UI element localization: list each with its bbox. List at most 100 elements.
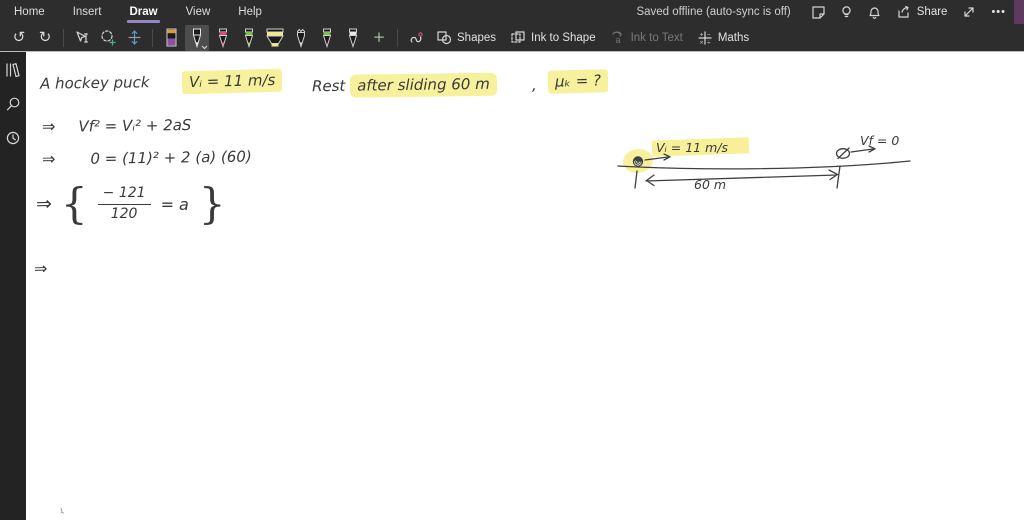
pen-white-tool[interactable] (341, 25, 365, 51)
svg-text:−: − (707, 31, 711, 38)
svg-text:÷: ÷ (707, 39, 711, 46)
undo-icon: ↺ (12, 28, 26, 46)
sync-status-text: Saved offline (auto-sync is off) (636, 6, 791, 18)
drawing-canvas[interactable]: A hockey puck Vᵢ = 11 m/s Rest after sli… (26, 52, 1024, 520)
distance-tick-left (634, 170, 638, 189)
eraser-tool[interactable] (159, 25, 183, 51)
onenote-app-window: Home Insert Draw View Help Saved offline… (0, 0, 1024, 520)
condition-plain: Rest (311, 76, 346, 96)
fraction-denominator: 120 (110, 205, 138, 222)
ink-unknown: μₖ = ? (547, 69, 609, 94)
tab-view[interactable]: View (172, 0, 225, 24)
equation-rhs: = a (160, 194, 189, 214)
toolbar-divider (152, 28, 153, 47)
select-objects-button[interactable] (70, 25, 94, 51)
highlighter-icon (266, 28, 284, 46)
lasso-select-icon (101, 30, 116, 46)
ink-equation-3: ⇒ { − 121 120 = a } (35, 179, 226, 229)
pen-green-2-tool[interactable] (315, 25, 339, 51)
undo-button[interactable]: ↺ (7, 25, 31, 51)
distance-tick-right (836, 165, 841, 189)
select-cursor-icon (75, 30, 88, 43)
sticky-note-icon (812, 5, 825, 19)
toolbar-divider (63, 28, 64, 47)
lightbulb-icon (842, 5, 851, 17)
ink-replay-button[interactable] (404, 25, 428, 51)
notifications-button[interactable] (861, 0, 889, 24)
pan-vertical-icon (127, 30, 141, 45)
maths-label: Maths (717, 31, 750, 44)
fullscreen-button[interactable] (955, 0, 983, 24)
eraser-icon (166, 28, 176, 47)
svg-text:+: + (699, 31, 703, 38)
initial-velocity-label: Vᵢ = 11 m/s (656, 140, 728, 155)
pen-green-tool[interactable] (237, 25, 261, 51)
notebooks-button[interactable] (3, 60, 23, 80)
share-button[interactable]: Share (889, 0, 956, 24)
highlighted-text: μₖ = ? (547, 69, 609, 94)
tab-help[interactable]: Help (224, 0, 276, 24)
svg-text:a: a (615, 35, 620, 45)
ink-condition: Rest after sliding 60 m (311, 72, 497, 99)
pen-icon (244, 28, 254, 48)
notebooks-icon (5, 63, 20, 78)
highlighted-text: Vᵢ = 11 m/s (181, 68, 283, 95)
open-brace: { (60, 179, 88, 229)
pen-pink-tool[interactable] (211, 25, 235, 51)
ink-to-shape-button[interactable]: Ink to Shape (503, 25, 603, 51)
window-edge-strip (1014, 0, 1024, 24)
sticky-note-button[interactable] (805, 0, 833, 24)
distance-label: 60 m (694, 177, 726, 192)
ink-to-text-label: Ink to Text (630, 31, 683, 44)
pencil-icon (297, 28, 305, 48)
fraction-numerator: − 121 (97, 185, 151, 205)
menu-bar: Home Insert Draw View Help Saved offline… (0, 0, 1024, 24)
ink-to-shape-label: Ink to Shape (531, 31, 596, 44)
maths-icon: + − × ÷ (698, 30, 712, 46)
clock-icon (6, 131, 20, 145)
pen-icon (348, 28, 358, 48)
share-icon (898, 5, 909, 18)
tab-home[interactable]: Home (0, 0, 59, 24)
ink-to-text-icon: a (611, 31, 622, 45)
add-pen-button[interactable]: + (367, 25, 391, 51)
shapes-icon (437, 31, 452, 45)
panning-hand-button[interactable] (122, 25, 146, 51)
final-velocity-label: Vf = 0 (860, 133, 899, 148)
implies-arrow: ⇒ (35, 192, 52, 216)
redo-button[interactable]: ↻ (33, 25, 57, 51)
shapes-button[interactable]: Shapes (429, 25, 503, 51)
highlighter-yellow-tool[interactable] (263, 25, 287, 51)
ground-line (617, 160, 911, 170)
pen-icon (218, 28, 228, 48)
implies-arrow: ⇒ (41, 149, 55, 169)
pen-icon (322, 28, 332, 48)
shapes-label: Shapes (457, 31, 497, 44)
more-options-button[interactable]: ••• (983, 6, 1014, 18)
ink-to-shape-icon (511, 31, 525, 43)
equation-text: Vf² = Vᵢ² + 2aS (78, 115, 192, 136)
bell-icon (869, 6, 880, 19)
ink-given-velocity: Vᵢ = 11 m/s (181, 68, 283, 95)
tab-insert[interactable]: Insert (59, 0, 116, 24)
toolbar-divider (397, 28, 398, 47)
svg-text:×: × (699, 39, 703, 46)
search-button[interactable] (3, 94, 23, 114)
pen-black-tool-selected[interactable] (185, 24, 209, 51)
ink-comma: , (532, 76, 537, 94)
close-brace: } (198, 179, 226, 229)
search-icon (6, 97, 20, 111)
equation-text: 0 = (11)² + 2 (a) (60) (90, 147, 252, 168)
titlebar-right: Saved offline (auto-sync is off) Share •… (636, 0, 1024, 24)
lasso-select-button[interactable] (96, 25, 120, 51)
diagonal-resize-icon (964, 7, 975, 17)
pencil-tool[interactable] (289, 25, 313, 51)
ink-equation-4-arrow: ⇒ (33, 258, 47, 279)
distance-arrow (645, 169, 839, 187)
ideas-button[interactable] (833, 0, 861, 24)
maths-button[interactable]: + − × ÷ Maths (690, 25, 756, 51)
touch-drawing-icon (410, 32, 423, 43)
share-label: Share (916, 6, 948, 18)
recent-notes-button[interactable] (3, 128, 23, 148)
tab-draw[interactable]: Draw (115, 0, 171, 24)
